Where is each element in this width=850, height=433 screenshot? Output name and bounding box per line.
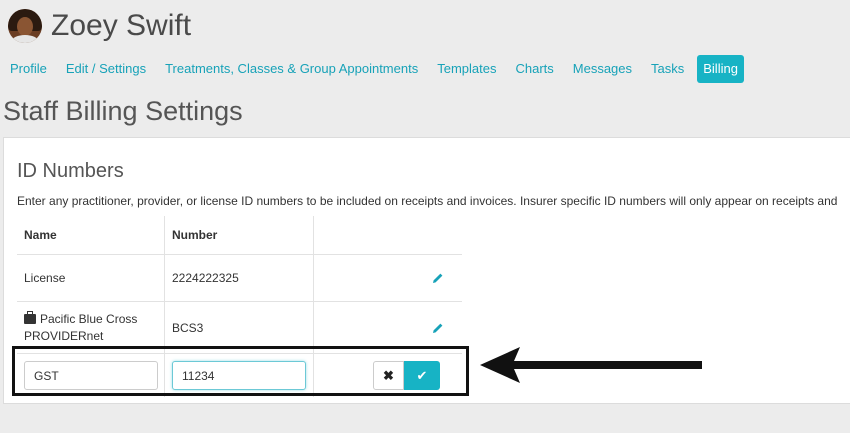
tab-edit-settings[interactable]: Edit / Settings	[60, 55, 152, 83]
row-actions	[314, 302, 462, 353]
tab-messages[interactable]: Messages	[567, 55, 638, 83]
edit-button-group: ✖ ✔	[373, 361, 440, 390]
close-icon: ✖	[383, 367, 394, 383]
user-name: Zoey Swift	[51, 9, 192, 42]
id-numbers-table: Name Number License 2224222325 Pacific B…	[17, 216, 462, 397]
row-actions	[314, 255, 462, 301]
pencil-icon[interactable]	[432, 272, 444, 284]
edit-row: ✖ ✔	[17, 353, 462, 397]
edit-number-cell	[165, 354, 314, 397]
edit-name-cell	[17, 354, 165, 397]
avatar	[8, 9, 42, 43]
annotation-arrow-icon	[480, 347, 702, 383]
page-title: Staff Billing Settings	[3, 96, 243, 126]
id-number-input[interactable]	[172, 361, 306, 390]
table-row: Pacific Blue Cross PROVIDERnet BCS3	[17, 301, 462, 353]
row-name-cell: Pacific Blue Cross PROVIDERnet	[17, 302, 165, 353]
tab-treatments[interactable]: Treatments, Classes & Group Appointments	[159, 55, 424, 83]
tab-templates[interactable]: Templates	[431, 55, 502, 83]
column-header-actions	[314, 216, 462, 254]
column-header-name: Name	[17, 216, 165, 254]
check-icon: ✔	[416, 367, 428, 383]
tab-billing[interactable]: Billing	[697, 55, 744, 83]
profile-tabs: Profile Edit / Settings Treatments, Clas…	[4, 55, 751, 83]
briefcase-icon	[24, 310, 36, 324]
row-name: Pacific Blue Cross PROVIDERnet	[24, 311, 138, 343]
table-header: Name Number	[17, 216, 462, 254]
section-title: ID Numbers	[17, 160, 124, 182]
tab-tasks[interactable]: Tasks	[645, 55, 690, 83]
column-header-number: Number	[165, 216, 314, 254]
section-description: Enter any practitioner, provider, or lic…	[17, 194, 838, 208]
id-name-input[interactable]	[24, 361, 158, 390]
profile-header: Zoey Swift	[8, 6, 191, 46]
id-numbers-panel: ID Numbers Enter any practitioner, provi…	[3, 137, 850, 404]
row-number: 2224222325	[165, 255, 314, 301]
cancel-button[interactable]: ✖	[373, 361, 404, 390]
pencil-icon[interactable]	[432, 322, 444, 334]
save-button[interactable]: ✔	[404, 361, 440, 390]
tab-profile[interactable]: Profile	[4, 55, 53, 83]
row-number: BCS3	[165, 302, 314, 353]
table-row: License 2224222325	[17, 254, 462, 301]
edit-actions: ✖ ✔	[314, 354, 462, 397]
tab-charts[interactable]: Charts	[509, 55, 559, 83]
row-name: License	[17, 255, 165, 301]
